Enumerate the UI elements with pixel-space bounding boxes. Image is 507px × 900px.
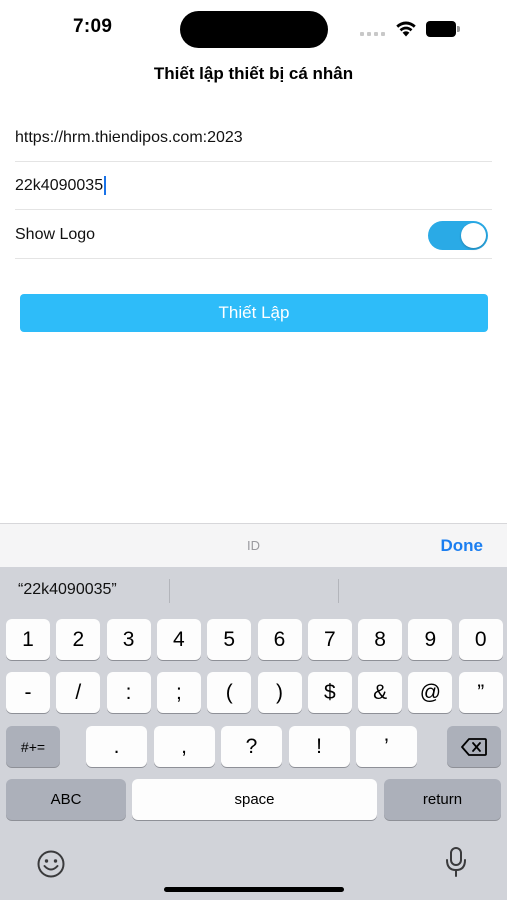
key-punctuation[interactable]: ’: [356, 726, 417, 767]
key-punctuation[interactable]: !: [288, 726, 350, 767]
key-punctuation[interactable]: ?: [221, 726, 282, 767]
key-symbol[interactable]: ;: [156, 672, 201, 713]
key-0[interactable]: 1: [6, 619, 50, 660]
page-title: Thiết lập thiết bị cá nhân: [153, 64, 354, 83]
done-button[interactable]: Done: [441, 536, 484, 556]
key-4[interactable]: 5: [207, 619, 252, 660]
key-7[interactable]: 8: [358, 619, 403, 660]
key-symbol[interactable]: :: [106, 672, 151, 713]
keyboard: “22k4090035” 1 2 3 4 5 6 7 8 9 0 - /:;() $ & @” #+=.,?!…: [0, 567, 507, 900]
text-caret: [104, 176, 107, 195]
more-symbols-key[interactable]: #+=: [6, 726, 60, 767]
setup-button[interactable]: Thiết Lập: [20, 294, 488, 332]
key-5[interactable]: 6: [257, 619, 302, 660]
key-symbol[interactable]: &: [358, 672, 403, 713]
microphone-icon[interactable]: [444, 846, 468, 878]
suggestion-divider: [169, 579, 170, 603]
server-url-input[interactable]: [15, 128, 492, 147]
show-logo-toggle[interactable]: [428, 221, 488, 250]
key-8[interactable]: 9: [408, 619, 453, 660]
key-symbol[interactable]: /: [56, 672, 101, 713]
key-2[interactable]: 3: [106, 619, 151, 660]
keyboard-accessory-bar: ID Done: [0, 523, 507, 567]
server-url-row[interactable]: [15, 114, 492, 162]
key-symbol[interactable]: (: [207, 672, 252, 713]
key-symbol[interactable]: @: [408, 672, 453, 713]
battery-icon: [426, 21, 460, 37]
key-punctuation[interactable]: .: [86, 726, 147, 767]
suggestion-bar: “22k4090035”: [0, 567, 507, 613]
show-logo-row: Show Logo: [15, 211, 492, 259]
key-3[interactable]: 4: [156, 619, 201, 660]
key-symbol[interactable]: ”: [458, 672, 503, 713]
key-1[interactable]: 2: [56, 619, 101, 660]
device-id-input[interactable]: 22k4090035: [15, 176, 107, 195]
space-key[interactable]: space: [132, 779, 377, 820]
key-punctuation[interactable]: ,: [153, 726, 215, 767]
status-bar: 7:09: [0, 0, 507, 56]
key-symbol[interactable]: $: [307, 672, 352, 713]
device-id-row[interactable]: 22k4090035: [15, 162, 492, 210]
wifi-icon: [396, 21, 416, 37]
device-id-text: 22k4090035: [15, 176, 104, 194]
backspace-key[interactable]: [447, 726, 501, 767]
toggle-knob: [461, 223, 486, 248]
dynamic-island: [180, 11, 328, 48]
status-time: 7:09: [73, 16, 113, 37]
show-logo-label: Show Logo: [15, 225, 96, 243]
key-symbol[interactable]: ): [257, 672, 302, 713]
suggestion-item[interactable]: “22k4090035”: [18, 581, 117, 599]
field-hint-label: ID: [247, 538, 260, 553]
suggestion-divider: [338, 579, 339, 603]
home-indicator: [164, 887, 344, 892]
return-key[interactable]: return: [384, 779, 501, 820]
key-9[interactable]: 0: [458, 619, 503, 660]
emoji-icon[interactable]: [36, 849, 66, 879]
key-6[interactable]: 7: [307, 619, 352, 660]
cellular-signal-icon: [360, 30, 386, 36]
abc-key[interactable]: ABC: [6, 779, 126, 820]
key-symbol[interactable]: -: [6, 672, 50, 713]
backspace-icon: [461, 737, 487, 756]
